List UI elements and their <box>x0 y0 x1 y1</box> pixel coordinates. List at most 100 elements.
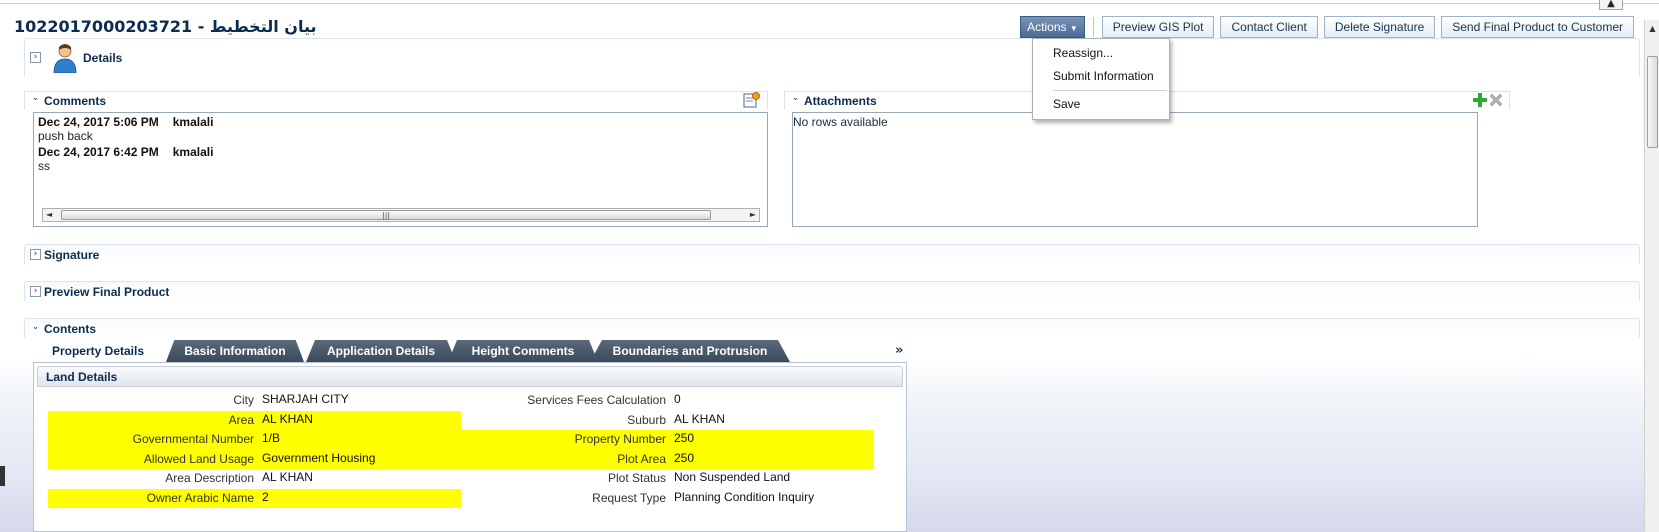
delete-icon[interactable] <box>1488 92 1504 108</box>
menu-item-save[interactable]: Save <box>1033 93 1169 116</box>
land-details-title: Land Details <box>46 370 118 384</box>
field-label: Suburb <box>627 412 666 427</box>
comments-list: Dec 24, 2017 5:06 PM kmalali push back De… <box>33 112 768 227</box>
scroll-left-icon[interactable]: ◄ <box>46 209 52 221</box>
menu-item-submit-information[interactable]: Submit Information <box>1033 65 1169 88</box>
actions-dropdown-menu: Reassign... Submit Information Save <box>1032 38 1170 120</box>
comment-meta: Dec 24, 2017 5:06 PM kmalali <box>38 115 763 129</box>
highlight-band <box>48 430 461 449</box>
comments-header: ⌄ Comments <box>24 91 768 110</box>
tab-property-details[interactable]: Property Details <box>33 340 163 362</box>
send-final-product-button[interactable]: Send Final Product to Customer <box>1441 16 1634 38</box>
person-icon <box>53 44 77 73</box>
land-details-header: Land Details <box>37 366 903 387</box>
field-label: City <box>233 393 254 407</box>
attachments-title[interactable]: Attachments <box>804 94 877 108</box>
menu-separator <box>1053 90 1167 91</box>
field-label: Area <box>228 412 254 427</box>
contact-client-button[interactable]: Contact Client <box>1220 16 1318 38</box>
toolbar-separator <box>1092 17 1094 37</box>
field-value: 250 <box>674 431 695 445</box>
preview-gis-plot-button[interactable]: Preview GIS Plot <box>1101 16 1215 38</box>
comment-meta: Dec 24, 2017 6:42 PM kmalali <box>38 145 763 159</box>
field-label: Property Number <box>574 432 666 446</box>
scrollbar-thumb[interactable] <box>1647 56 1658 148</box>
field-value: AL KHAN <box>262 470 313 484</box>
collapse-attachments-toggle[interactable]: ⌄ <box>790 94 801 105</box>
actions-label: Actions <box>1027 20 1067 34</box>
field-label: Services Fees Calculation <box>527 393 666 407</box>
top-border <box>0 0 1659 4</box>
field-value: Government Housing <box>262 450 376 465</box>
field-label: Area Description <box>165 471 254 485</box>
expand-details-toggle[interactable]: › <box>30 52 41 63</box>
scroll-up-icon[interactable]: ▲ <box>1645 22 1659 36</box>
grip-icon: ||| <box>382 211 391 220</box>
signature-title[interactable]: Signature <box>44 248 99 262</box>
field-value: AL KHAN <box>262 411 313 426</box>
collapse-contents-toggle[interactable]: ⌄ <box>30 323 41 334</box>
comment-text: ss <box>38 159 50 173</box>
add-icon[interactable] <box>1472 92 1488 108</box>
attachments-table: No rows available <box>792 112 1478 227</box>
delete-signature-button[interactable]: Delete Signature <box>1323 16 1436 38</box>
comment-text: push back <box>38 129 93 143</box>
field-label: Request Type <box>592 490 666 505</box>
tab-label: Property Details <box>51 344 145 358</box>
field-label: Governmental Number <box>132 432 254 446</box>
comment-user: kmalali <box>172 115 214 129</box>
field-value: Non Suspended Land <box>674 470 791 484</box>
details-section: › Details <box>24 38 1640 76</box>
field-value: SHARJAH CITY <box>262 392 349 406</box>
collapse-up-icon[interactable]: ▲ <box>1599 0 1623 10</box>
tab-height-comments[interactable]: Height Comments <box>448 340 598 362</box>
chevron-down-icon: ▼ <box>1069 24 1078 33</box>
contents-title[interactable]: Contents <box>44 322 96 336</box>
comment-date: Dec 24, 2017 5:06 PM <box>38 115 159 129</box>
preview-final-product-title[interactable]: Preview Final Product <box>44 285 169 299</box>
content-tabs: Property Details Basic Information Appli… <box>33 340 913 362</box>
scroll-right-icon[interactable]: ► <box>750 209 756 221</box>
field-value: 250 <box>674 450 695 465</box>
comment-item: Dec 24, 2017 6:42 PM kmalali ss <box>34 143 767 173</box>
page: ▲ 1022017000203721 - بيان التخطيط Action… <box>0 0 1659 532</box>
field-label: Owner Arabic Name <box>146 490 254 505</box>
tab-label: Height Comments <box>471 344 575 358</box>
tab-application-details[interactable]: Application Details <box>306 340 456 362</box>
highlight-band <box>461 430 874 449</box>
add-comment-icon[interactable] <box>743 92 760 108</box>
highlight-band <box>48 488 461 508</box>
tab-label: Boundaries and Protrusion <box>612 344 768 358</box>
scrollbar-thumb[interactable]: ||| <box>61 210 711 220</box>
field-label: Plot Area <box>617 451 666 466</box>
highlight-band <box>48 449 461 469</box>
field-label: Allowed Land Usage <box>143 451 254 466</box>
actions-menu-button[interactable]: Actions ▼ <box>1020 16 1085 38</box>
page-title: 1022017000203721 - بيان التخطيط <box>14 17 317 36</box>
field-label: Plot Status <box>607 471 666 485</box>
details-title[interactable]: Details <box>83 51 122 65</box>
field-value: 0 <box>674 392 681 406</box>
highlight-band <box>48 410 461 430</box>
comments-title[interactable]: Comments <box>44 94 106 108</box>
land-details-panel: Land Details City SHARJAH CITY Area AL KHAN… <box>33 362 907 532</box>
tab-label: Application Details <box>326 344 436 358</box>
page-vertical-scrollbar[interactable]: ▲ <box>1644 20 1659 532</box>
tab-basic-information[interactable]: Basic Information <box>166 340 304 362</box>
contents-section: ⌄ Contents <box>24 318 1640 338</box>
field-value: 1/B <box>262 431 281 445</box>
menu-item-reassign[interactable]: Reassign... <box>1033 42 1169 65</box>
comments-horizontal-scrollbar[interactable]: ◄ ||| ► <box>42 208 760 222</box>
comment-date: Dec 24, 2017 6:42 PM <box>38 145 159 159</box>
expand-preview-toggle[interactable]: › <box>30 286 41 297</box>
comment-item: Dec 24, 2017 5:06 PM kmalali push back <box>34 113 767 143</box>
highlight-band <box>461 449 874 469</box>
collapse-comments-toggle[interactable]: ⌄ <box>30 94 41 105</box>
toolbar: Actions ▼ Preview GIS Plot Contact Clien… <box>1020 16 1634 38</box>
field-value: Planning Condition Inquiry <box>674 489 815 504</box>
signature-section: › Signature <box>24 244 1640 264</box>
preview-final-product-section: › Preview Final Product <box>24 281 1640 301</box>
more-tabs-icon[interactable]: » <box>895 343 903 358</box>
expand-signature-toggle[interactable]: › <box>30 249 41 260</box>
tab-boundaries-protrusion[interactable]: Boundaries and Protrusion <box>590 340 790 362</box>
